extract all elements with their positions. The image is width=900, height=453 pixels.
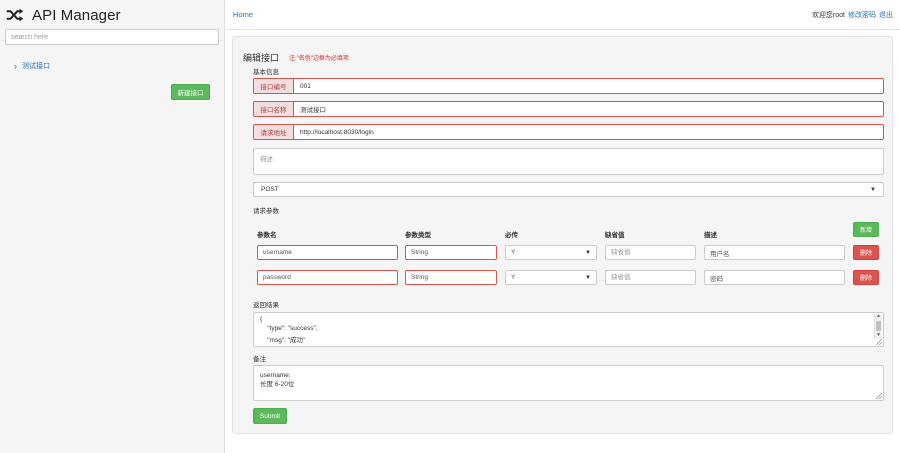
api-no-label: 接口编号	[254, 79, 294, 93]
url-group: 请求地址	[253, 124, 884, 140]
required-hint: 注:"名色"边框为必填项	[289, 56, 349, 62]
result-field[interactable]: { "type": "success", "msg": "成功" ▲ ▼	[253, 312, 884, 347]
method-value: POST	[261, 186, 279, 193]
topbar: Home 欢迎您root 修改密码 退出	[226, 0, 900, 30]
result-line: {	[260, 316, 263, 323]
logout-link[interactable]: 退出	[879, 10, 893, 20]
param-name-field[interactable]	[257, 245, 398, 260]
param-description-field[interactable]	[704, 270, 845, 285]
submit-button[interactable]: Submit	[253, 408, 287, 424]
chevron-right-icon: ›	[14, 60, 17, 71]
description-field[interactable]	[253, 148, 884, 175]
param-required-select[interactable]: Y ▼	[505, 270, 597, 285]
delete-param-button[interactable]: 删除	[853, 245, 879, 260]
param-required-value: Y	[511, 249, 516, 256]
user-menu: 欢迎您root 修改密码 退出	[812, 10, 893, 20]
page-title: 编辑接口	[243, 53, 280, 63]
brand[interactable]: API Manager	[6, 4, 121, 26]
notes-label: 备注	[253, 356, 266, 363]
param-description-field[interactable]	[704, 245, 845, 260]
result-scrollbar[interactable]: ▲ ▼	[874, 314, 882, 339]
basic-info-label: 基本信息	[253, 69, 279, 76]
edit-api-panel: 编辑接口 注:"名色"边框为必填项 基本信息 接口编号 接口名称 请求地址 PO…	[232, 36, 893, 434]
shuffle-icon	[6, 8, 24, 22]
scroll-thumb[interactable]	[876, 321, 881, 331]
welcome-text: 欢迎您root	[811, 12, 845, 19]
api-name-field[interactable]	[294, 102, 883, 116]
col-header-name: 参数名	[257, 232, 277, 239]
param-default-field[interactable]	[605, 245, 696, 260]
param-type-field[interactable]	[405, 245, 497, 260]
caret-down-icon: ▼	[585, 274, 591, 281]
param-required-value: Y	[511, 274, 516, 281]
api-name-group: 接口名称	[253, 101, 884, 117]
result-line: "msg": "成功"	[260, 337, 306, 344]
home-link[interactable]: Home	[233, 10, 253, 19]
scroll-down-icon[interactable]: ▼	[876, 333, 881, 338]
param-type-field[interactable]	[405, 270, 497, 285]
delete-param-button[interactable]: 删除	[853, 270, 879, 285]
param-name-field[interactable]	[257, 270, 398, 285]
tree-item-test-api[interactable]: › 测试接口	[14, 61, 50, 71]
change-password-link[interactable]: 修改密码	[848, 10, 876, 20]
sidebar: API Manager › 测试接口 新建接口	[0, 0, 225, 453]
add-param-button[interactable]: 新增	[853, 222, 879, 237]
params-label: 请求参数	[253, 208, 279, 215]
search-input[interactable]	[5, 29, 219, 45]
method-select[interactable]: POST ▼	[253, 182, 884, 197]
new-api-button[interactable]: 新建接口	[171, 84, 210, 100]
url-field[interactable]	[294, 125, 883, 139]
col-header-required: 必传	[505, 232, 518, 239]
brand-title: API Manager	[32, 6, 121, 24]
result-line: "type": "success",	[260, 325, 318, 332]
url-label: 请求地址	[254, 125, 294, 139]
notes-line: 长度 6-20位	[260, 381, 295, 388]
notes-field[interactable]: username: 长度 6-20位	[253, 365, 884, 401]
caret-down-icon: ▼	[585, 249, 591, 256]
notes-line: username:	[260, 372, 291, 379]
api-no-group: 接口编号	[253, 78, 884, 94]
col-header-description: 描述	[704, 232, 717, 239]
result-label: 返回结果	[253, 302, 279, 309]
col-header-type: 参数类型	[405, 232, 431, 239]
api-no-field[interactable]	[294, 79, 883, 93]
scroll-up-icon[interactable]: ▲	[876, 314, 881, 319]
resize-grip-icon[interactable]	[876, 339, 882, 345]
col-header-default: 缺省值	[605, 232, 625, 239]
caret-down-icon: ▼	[870, 186, 876, 193]
resize-grip-icon[interactable]	[876, 393, 882, 399]
api-name-label: 接口名称	[254, 102, 294, 116]
tree-item-label: 测试接口	[22, 63, 50, 70]
param-required-select[interactable]: Y ▼	[505, 245, 597, 260]
param-default-field[interactable]	[605, 270, 696, 285]
